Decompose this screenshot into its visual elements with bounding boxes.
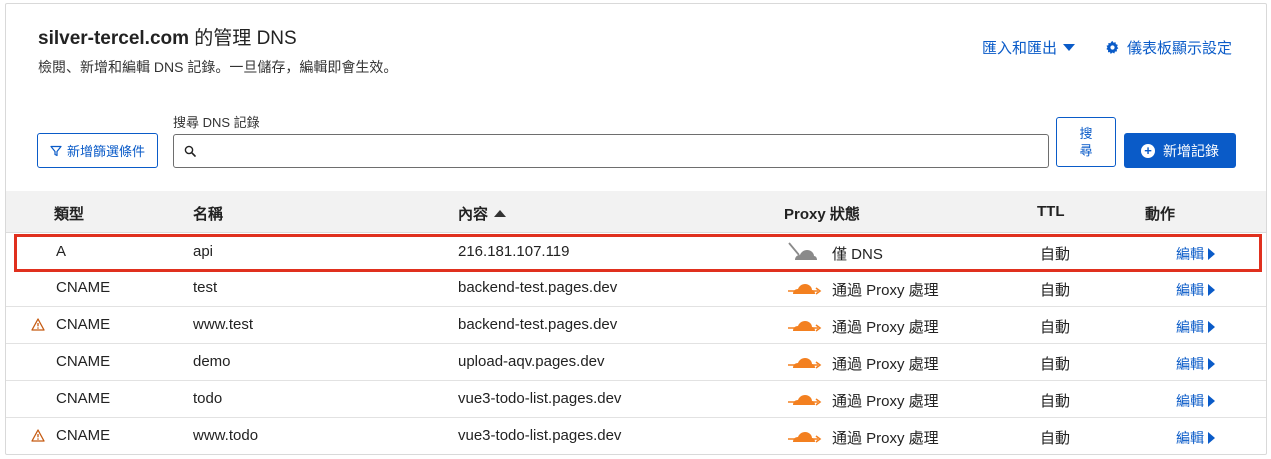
caret-right-icon: [1208, 432, 1215, 444]
record-ttl: 自動: [1040, 393, 1071, 410]
column-header-proxy[interactable]: Proxy 狀態: [784, 203, 860, 224]
search-icon: [184, 145, 196, 157]
column-header-type[interactable]: 類型: [54, 203, 84, 224]
record-name: www.todo: [193, 427, 259, 444]
filter-icon: [50, 145, 62, 156]
record-name: test: [193, 279, 218, 296]
gear-icon: [1106, 41, 1119, 54]
cloud-proxied-icon: [788, 284, 822, 295]
edit-record-button[interactable]: 編輯: [1176, 280, 1215, 300]
record-content: backend-test.pages.dev: [458, 279, 618, 296]
proxy-status: 通過 Proxy 處理: [832, 356, 939, 373]
edit-record-button[interactable]: 編輯: [1176, 317, 1215, 337]
record-type: CNAME: [56, 353, 111, 370]
record-ttl: 自動: [1040, 430, 1071, 447]
proxy-status: 通過 Proxy 處理: [832, 282, 939, 299]
cloud-proxied-icon: [788, 432, 822, 443]
proxy-status: 僅 DNS: [832, 246, 883, 263]
caret-right-icon: [1208, 395, 1215, 407]
edit-record-button[interactable]: 編輯: [1176, 428, 1215, 448]
table-header: 類型 名稱 內容 Proxy 狀態 TTL 動作: [6, 191, 1266, 233]
caret-right-icon: [1208, 358, 1215, 370]
proxy-status: 通過 Proxy 處理: [832, 393, 939, 410]
edit-record-button[interactable]: 編輯: [1176, 391, 1215, 411]
edit-label: 編輯: [1176, 356, 1204, 372]
edit-record-button[interactable]: 編輯: [1176, 354, 1215, 374]
column-header-ttl[interactable]: TTL: [1037, 203, 1065, 220]
proxy-status: 通過 Proxy 處理: [832, 319, 939, 336]
search-button[interactable]: 搜尋: [1056, 117, 1116, 167]
column-header-name[interactable]: 名稱: [193, 203, 223, 224]
edit-label: 編輯: [1176, 430, 1204, 446]
record-ttl: 自動: [1040, 356, 1071, 373]
column-header-content[interactable]: 內容: [458, 203, 507, 224]
title-suffix: 的管理 DNS: [189, 28, 297, 49]
record-name: demo: [193, 353, 231, 370]
record-content: vue3-todo-list.pages.dev: [458, 427, 622, 444]
cloud-proxied-icon: [788, 358, 822, 369]
table-row[interactable]: Aapi 216.181.107.119 僅 DNS 自動 編輯: [14, 234, 1262, 272]
record-type: CNAME: [56, 427, 111, 444]
cloud-proxied-icon: [788, 321, 822, 332]
edit-record-button[interactable]: 編輯: [1176, 244, 1215, 264]
record-content: backend-test.pages.dev: [458, 316, 618, 333]
caret-right-icon: [1208, 321, 1215, 333]
table-row[interactable]: CNAME www.test backend-test.pages.dev 通過 Pr…: [6, 307, 1266, 344]
dashboard-settings-link[interactable]: 儀表板顯示設定: [1106, 37, 1232, 58]
record-content: 216.181.107.119: [458, 243, 570, 260]
record-name: www.test: [193, 316, 254, 333]
record-content: upload-aqv.pages.dev: [458, 353, 605, 370]
page-subtitle: 檢閱、新增和編輯 DNS 記錄。一旦儲存，編輯即會生效。: [38, 59, 398, 75]
add-filter-button[interactable]: 新增篩選條件: [37, 133, 158, 168]
column-header-actions: 動作: [1145, 206, 1176, 223]
sort-ascending-icon: [494, 210, 507, 217]
caret-right-icon: [1208, 284, 1215, 296]
warning-icon: [31, 318, 45, 331]
add-filter-label: 新增篩選條件: [66, 144, 145, 159]
edit-label: 編輯: [1176, 282, 1204, 298]
page-title: silver-tercel.com 的管理 DNS: [38, 23, 297, 50]
edit-label: 編輯: [1176, 393, 1204, 409]
record-ttl: 自動: [1040, 319, 1071, 336]
chevron-down-icon: [1063, 44, 1076, 51]
search-field-label: 搜尋 DNS 記錄: [173, 115, 260, 130]
record-name: todo: [193, 390, 223, 407]
record-ttl: 自動: [1040, 282, 1071, 299]
record-content: vue3-todo-list.pages.dev: [458, 390, 622, 407]
domain-name: silver-tercel.com: [38, 28, 190, 49]
cloud-dns-only-icon: [788, 242, 817, 260]
table-row[interactable]: CNAME www.todo vue3-todo-list.pages.dev 通過 …: [6, 418, 1266, 454]
search-box: [173, 134, 1049, 168]
column-header-content-label: 內容: [458, 206, 489, 223]
plus-circle-icon: +: [1141, 143, 1155, 158]
edit-label: 編輯: [1176, 319, 1204, 335]
dashboard-settings-label: 儀表板顯示設定: [1127, 40, 1233, 57]
edit-label: 編輯: [1176, 246, 1204, 262]
record-name: api: [193, 243, 214, 260]
table-row[interactable]: CNAME todo vue3-todo-list.pages.dev 通過 Prox…: [6, 381, 1266, 418]
import-export-dropdown[interactable]: 匯入和匯出: [982, 37, 1076, 58]
add-record-label: 新增記錄: [1163, 142, 1219, 159]
proxy-status: 通過 Proxy 處理: [832, 430, 939, 447]
record-type: CNAME: [56, 279, 111, 296]
cloud-proxied-icon: [788, 395, 822, 406]
caret-right-icon: [1208, 248, 1215, 260]
import-export-label: 匯入和匯出: [982, 40, 1058, 57]
table-row[interactable]: CNAME demo upload-aqv.pages.dev 通過 Proxy 處理…: [6, 344, 1266, 381]
add-record-button[interactable]: + 新增記錄: [1124, 133, 1236, 168]
warning-icon: [31, 429, 45, 442]
record-type: CNAME: [56, 390, 111, 407]
record-type: A: [56, 243, 67, 260]
search-input[interactable]: [204, 135, 1048, 167]
table-row[interactable]: CNAME test backend-test.pages.dev 通過 Proxy …: [6, 270, 1266, 307]
record-ttl: 自動: [1040, 246, 1071, 263]
dns-management-card: silver-tercel.com 的管理 DNS 檢閱、新增和編輯 DNS 記…: [5, 3, 1267, 455]
record-type: CNAME: [56, 316, 111, 333]
